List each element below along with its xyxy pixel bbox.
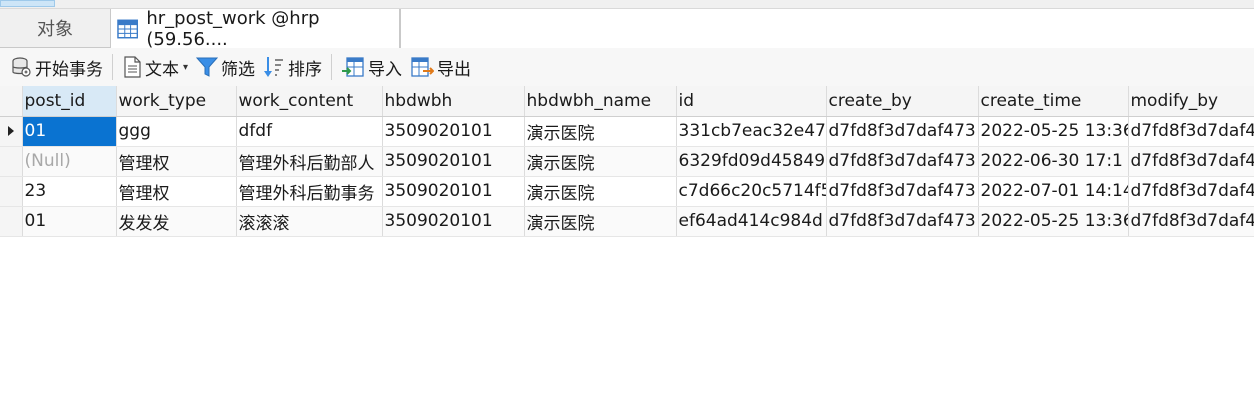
table-cell[interactable]: ggg	[116, 116, 237, 147]
table-cell[interactable]: d7fd8f3d7daf4	[1128, 176, 1254, 207]
table-cell[interactable]: 管理权	[116, 176, 237, 207]
table-cell-null[interactable]: (Null)	[22, 146, 117, 177]
table-icon	[117, 19, 139, 38]
table-cell[interactable]: d7fd8f3d7daf473	[826, 206, 979, 237]
column-header-create-by[interactable]: create_by	[826, 86, 979, 117]
table-row[interactable]: 01 ggg dfdf 3509020101 演示医院 331cb7eac32e…	[0, 116, 1254, 147]
table-cell[interactable]: d7fd8f3d7daf4	[1128, 116, 1254, 147]
column-header-hbdwbh[interactable]: hbdwbh	[382, 86, 525, 117]
tab-objects-label: 对象	[37, 19, 73, 40]
table-cell[interactable]: 3509020101	[382, 206, 525, 237]
table-cell[interactable]: 演示医院	[524, 116, 677, 147]
document-icon	[124, 56, 141, 78]
table-cell[interactable]: 3509020101	[382, 146, 525, 177]
table-cell[interactable]: ef64ad414c984d	[676, 206, 827, 237]
filter-label: 筛选	[221, 59, 256, 80]
database-transaction-icon	[12, 57, 31, 77]
table-cell[interactable]: d7fd8f3d7daf473	[826, 176, 979, 207]
sort-icon	[264, 57, 284, 77]
menu-item-selected[interactable]	[0, 0, 55, 7]
row-header[interactable]	[0, 206, 23, 237]
text-label: 文本	[145, 59, 179, 80]
tab-bar-empty-area	[400, 9, 1254, 48]
table-cell[interactable]: 演示医院	[524, 206, 677, 237]
table-cell[interactable]: 23	[22, 176, 117, 207]
tab-bar: 对象 hr_post_work @hrp (59.56....	[0, 7, 1254, 50]
tab-active-label: hr_post_work @hrp (59.56....	[146, 7, 320, 50]
tab-objects[interactable]: 对象	[0, 9, 110, 47]
column-header-create-time[interactable]: create_time	[978, 86, 1129, 117]
table-cell[interactable]: c7d66c20c5714f5	[676, 176, 827, 207]
table-cell[interactable]: 01	[22, 116, 117, 147]
table-cell[interactable]: d7fd8f3d7daf473	[826, 116, 979, 147]
table-cell[interactable]: d7fd8f3d7daf473	[826, 146, 979, 177]
table-row[interactable]: 23 管理权 管理外科后勤事务 3509020101 演示医院 c7d66c20…	[0, 176, 1254, 207]
export-label: 导出	[437, 59, 472, 80]
column-header-work-type[interactable]: work_type	[116, 86, 237, 117]
table-cell[interactable]: 3509020101	[382, 176, 525, 207]
table-cell[interactable]: 滚滚滚	[236, 206, 383, 237]
column-header-work-content[interactable]: work_content	[236, 86, 383, 117]
column-header-modify-by[interactable]: modify_by	[1128, 86, 1254, 117]
column-header-id[interactable]: id	[676, 86, 827, 117]
column-header-post-id[interactable]: post_id	[22, 86, 117, 117]
funnel-icon	[196, 57, 219, 77]
text-button[interactable]: 文本 ▾	[118, 52, 192, 82]
table-cell[interactable]: 管理外科后勤事务	[236, 176, 383, 207]
filter-button[interactable]: 筛选	[192, 52, 259, 82]
row-header[interactable]	[0, 146, 23, 177]
table-cell[interactable]: 01	[22, 206, 117, 237]
begin-transaction-label: 开始事务	[35, 59, 103, 80]
table-cell[interactable]: 331cb7eac32e47	[676, 116, 827, 147]
table-cell[interactable]: d7fd8f3d7daf4	[1128, 206, 1254, 237]
table-cell[interactable]: 2022-05-25 13:36	[978, 206, 1129, 237]
table-cell[interactable]: 管理外科后勤部人	[236, 146, 383, 177]
data-grid: post_id work_type work_content hbdwbh hb…	[0, 86, 1254, 237]
row-header[interactable]	[0, 176, 23, 207]
table-row[interactable]: 01 发发发 滚滚滚 3509020101 演示医院 ef64ad414c984…	[0, 206, 1254, 237]
table-cell[interactable]: 演示医院	[524, 146, 677, 177]
import-label: 导入	[368, 59, 403, 80]
export-icon	[411, 57, 435, 77]
chevron-down-icon[interactable]: ▾	[183, 62, 188, 73]
column-header-hbdwbh-name[interactable]: hbdwbh_name	[524, 86, 677, 117]
export-button[interactable]: 导出	[406, 52, 475, 82]
import-button[interactable]: 导入	[337, 52, 406, 82]
sort-button[interactable]: 排序	[259, 52, 326, 82]
toolbar-separator	[112, 54, 113, 80]
row-header[interactable]	[0, 116, 23, 147]
table-cell[interactable]: 管理权	[116, 146, 237, 177]
table-cell[interactable]: 2022-07-01 14:14	[978, 176, 1129, 207]
tab-hr-post-work[interactable]: hr_post_work @hrp (59.56....	[110, 7, 400, 50]
table-cell[interactable]: 6329fd09d45849	[676, 146, 827, 177]
table-cell[interactable]: dfdf	[236, 116, 383, 147]
sort-label: 排序	[288, 59, 323, 80]
toolbar: 开始事务 文本 ▾ 筛选 排序 导入 导出	[0, 48, 1254, 87]
grid-corner	[0, 86, 23, 117]
begin-transaction-button[interactable]: 开始事务	[6, 52, 107, 82]
table-cell[interactable]: 2022-05-25 13:36	[978, 116, 1129, 147]
import-icon	[342, 57, 364, 77]
table-cell[interactable]: 发发发	[116, 206, 237, 237]
table-cell[interactable]: d7fd8f3d7daf4	[1128, 146, 1254, 177]
toolbar-separator	[331, 54, 333, 80]
table-cell[interactable]: 3509020101	[382, 116, 525, 147]
table-cell[interactable]: 2022-06-30 17:1	[978, 146, 1129, 177]
current-row-arrow-icon	[7, 126, 14, 136]
table-cell[interactable]: 演示医院	[524, 176, 677, 207]
table-row[interactable]: (Null) 管理权 管理外科后勤部人 3509020101 演示医院 6329…	[0, 146, 1254, 177]
grid-header-row: post_id work_type work_content hbdwbh hb…	[0, 86, 1254, 117]
